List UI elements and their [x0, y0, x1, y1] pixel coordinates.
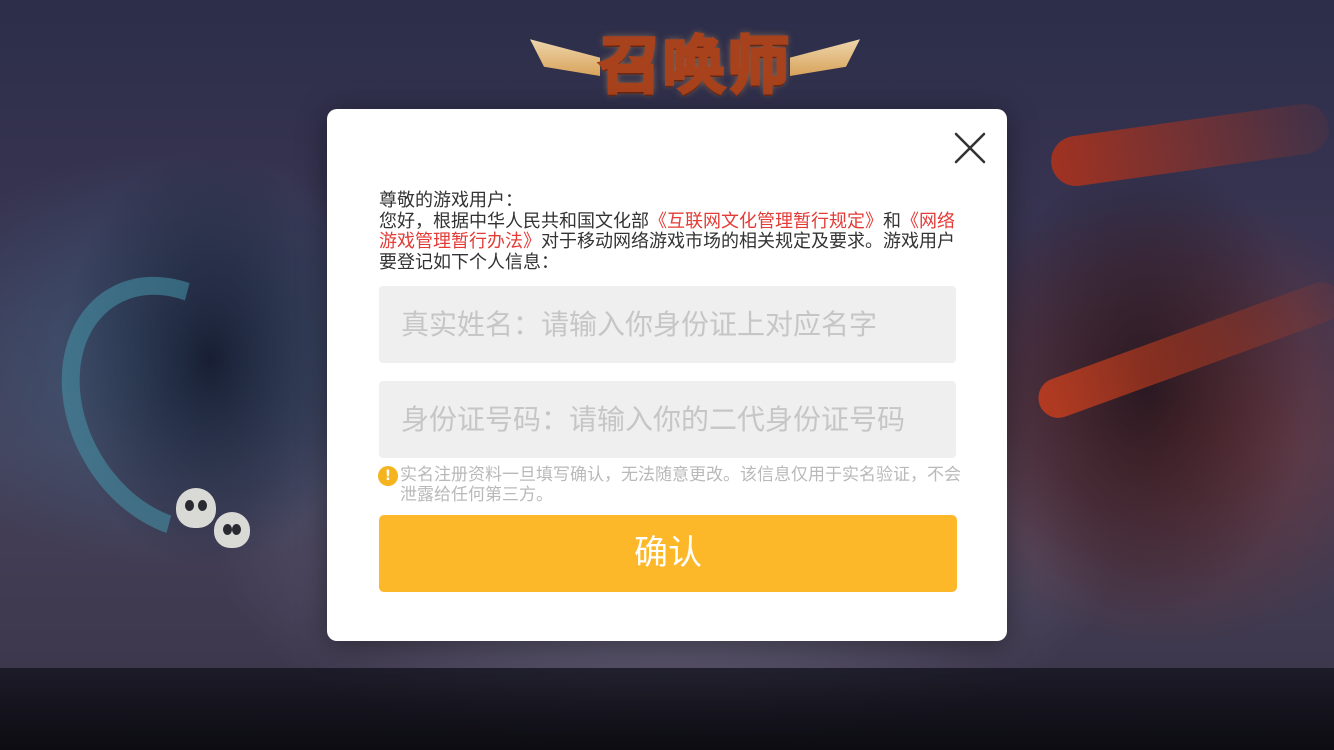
real-name-input[interactable] — [379, 286, 956, 363]
skull-decoration — [176, 488, 216, 528]
exclamation-icon: ! — [378, 466, 398, 486]
warning-notice: ! 实名注册资料一旦填写确认，无法随意更改。该信息仅用于实名验证，不会泄露给任何… — [378, 465, 963, 505]
notice-body: 您好，根据中华人民共和国文化部《互联网文化管理暂行规定》和《网络游戏管理暂行办法… — [379, 210, 959, 274]
confirm-button[interactable]: 确认 — [379, 515, 957, 592]
game-logo: 召唤师 — [530, 18, 860, 110]
bottom-shadow-band — [0, 668, 1334, 750]
real-name-registration-dialog: 尊敬的游戏用户： 您好，根据中华人民共和国文化部《互联网文化管理暂行规定》和《网… — [327, 109, 1007, 641]
game-background: 召唤师 尊敬的游戏用户： 您好，根据中华人民共和国文化部《互联网文化管理暂行规定… — [0, 0, 1334, 750]
skull-decoration — [214, 512, 250, 548]
notice-text: 尊敬的游戏用户： 您好，根据中华人民共和国文化部《互联网文化管理暂行规定》和《网… — [379, 190, 959, 274]
intro-text: 您好，根据中华人民共和国文化部 — [379, 210, 649, 232]
greeting: 尊敬的游戏用户： — [379, 190, 523, 211]
close-icon — [954, 132, 986, 164]
regulation-internet-culture: 《互联网文化管理暂行规定》 — [649, 210, 883, 232]
id-number-input[interactable] — [379, 381, 956, 458]
close-button[interactable] — [953, 131, 987, 165]
game-logo-title: 召唤师 — [597, 28, 791, 104]
conjunction-text: 和 — [883, 210, 901, 232]
warning-text: 实名注册资料一旦填写确认，无法随意更改。该信息仅用于实名验证，不会泄露给任何第三… — [400, 465, 961, 505]
